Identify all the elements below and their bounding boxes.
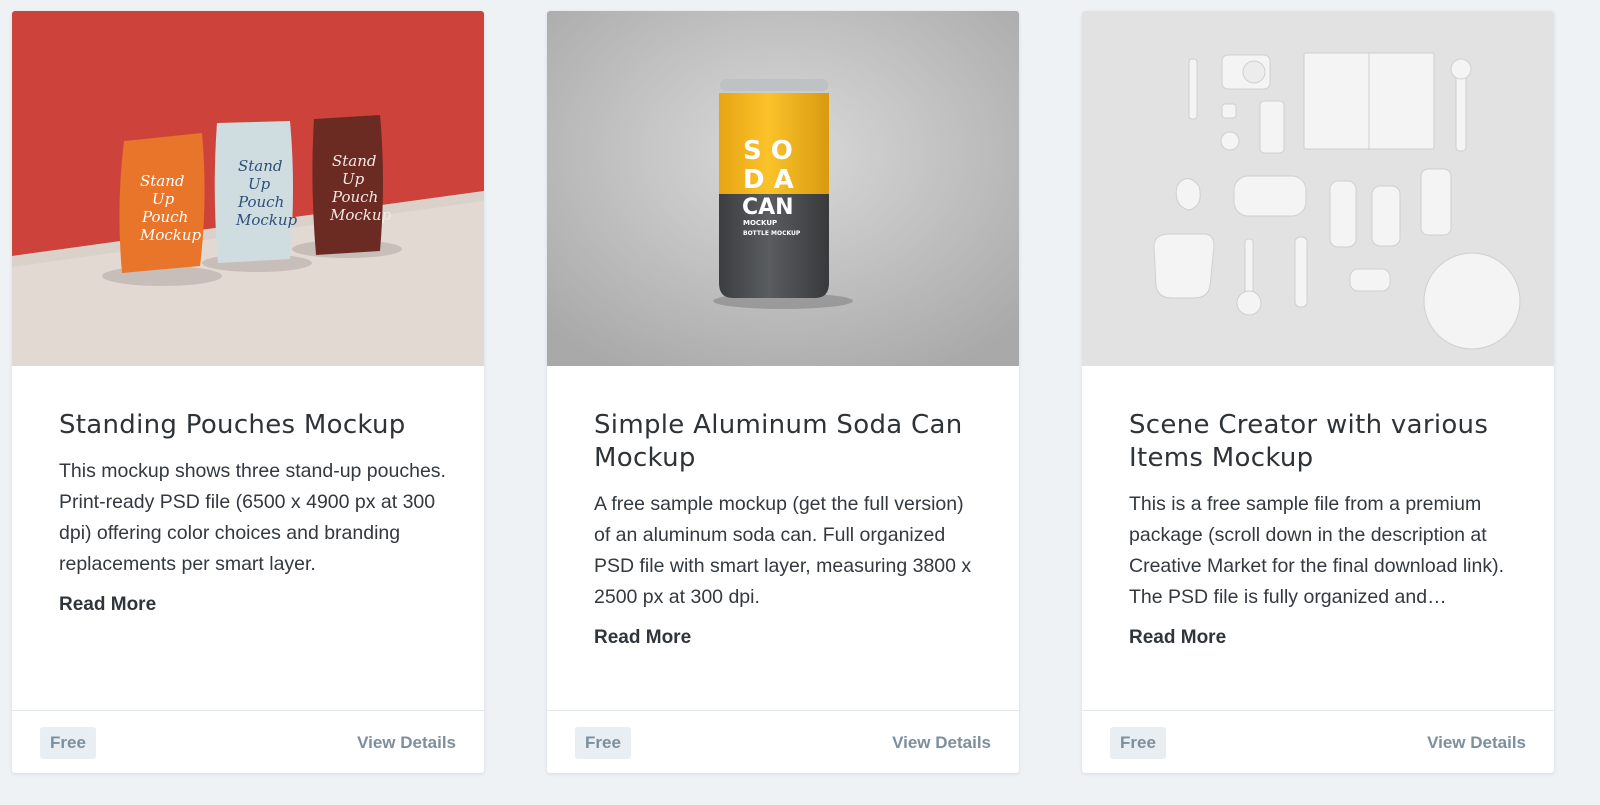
scene-creator-illustration	[1082, 11, 1554, 366]
pouch-text-10: Up	[342, 170, 365, 188]
pouch-mockup-image[interactable]: Stand Up Pouch Mockup Stand Up Pouch Moc…	[12, 11, 484, 366]
pouch-text-9: Stand	[332, 152, 377, 170]
pouch-text-4: Mockup	[139, 226, 202, 244]
card-footer: Free View Details	[12, 710, 484, 773]
can-text-so: SO	[743, 136, 802, 166]
card-footer: Free View Details	[547, 710, 1019, 773]
view-details-link[interactable]: View Details	[892, 727, 991, 759]
read-more-link[interactable]: Read More	[59, 594, 156, 616]
can-text-mockup: MOCKUP	[743, 219, 777, 227]
pouch-text-12: Mockup	[329, 206, 392, 224]
card-description: This is a free sample file from a premiu…	[1129, 493, 1505, 608]
mockup-card: SO DA CAN MOCKUP BOTTLE MOCKUP Simple Al…	[547, 11, 1019, 773]
pouch-text-11: Pouch	[331, 188, 378, 206]
pouch-text-6: Up	[248, 175, 271, 193]
pouch-text-3: Pouch	[141, 208, 188, 226]
soda-can-mockup-image[interactable]: SO DA CAN MOCKUP BOTTLE MOCKUP	[547, 11, 1019, 366]
price-badge: Free	[575, 727, 631, 759]
read-more-link[interactable]: Read More	[1129, 627, 1226, 649]
card-footer: Free View Details	[1082, 710, 1554, 773]
can-text-da: DA	[743, 165, 803, 195]
mockup-card: Stand Up Pouch Mockup Stand Up Pouch Moc…	[12, 11, 484, 773]
pouch-mockup-illustration: Stand Up Pouch Mockup Stand Up Pouch Moc…	[12, 11, 484, 366]
card-body: Standing Pouches Mockup This mockup show…	[59, 409, 449, 616]
card-body: Scene Creator with various Items Mockup …	[1129, 409, 1519, 649]
mockup-card: Scene Creator with various Items Mockup …	[1082, 11, 1554, 773]
can-text-bottle: BOTTLE MOCKUP	[743, 230, 801, 237]
view-details-link[interactable]: View Details	[1427, 727, 1526, 759]
card-description: This mockup shows three stand-up pouches…	[59, 460, 446, 575]
card-title[interactable]: Simple Aluminum Soda Can Mockup	[594, 409, 984, 475]
pouch-text-8: Mockup	[235, 211, 298, 229]
view-details-link[interactable]: View Details	[357, 727, 456, 759]
card-title[interactable]: Standing Pouches Mockup	[59, 409, 449, 442]
card-title[interactable]: Scene Creator with various Items Mockup	[1129, 409, 1519, 475]
pouch-text-2: Up	[152, 190, 175, 208]
pouch-text-5: Stand	[238, 157, 283, 175]
pouch-text-1: Stand	[140, 172, 185, 190]
card-body: Simple Aluminum Soda Can Mockup A free s…	[594, 409, 984, 649]
can-text-can: CAN	[742, 195, 794, 220]
pouch-text-7: Pouch	[237, 193, 284, 211]
read-more-link[interactable]: Read More	[594, 627, 691, 649]
price-badge: Free	[1110, 727, 1166, 759]
price-badge: Free	[40, 727, 96, 759]
card-description: A free sample mockup (get the full versi…	[594, 493, 972, 608]
soda-can-illustration: SO DA CAN MOCKUP BOTTLE MOCKUP	[547, 11, 1019, 366]
scene-creator-mockup-image[interactable]	[1082, 11, 1554, 366]
